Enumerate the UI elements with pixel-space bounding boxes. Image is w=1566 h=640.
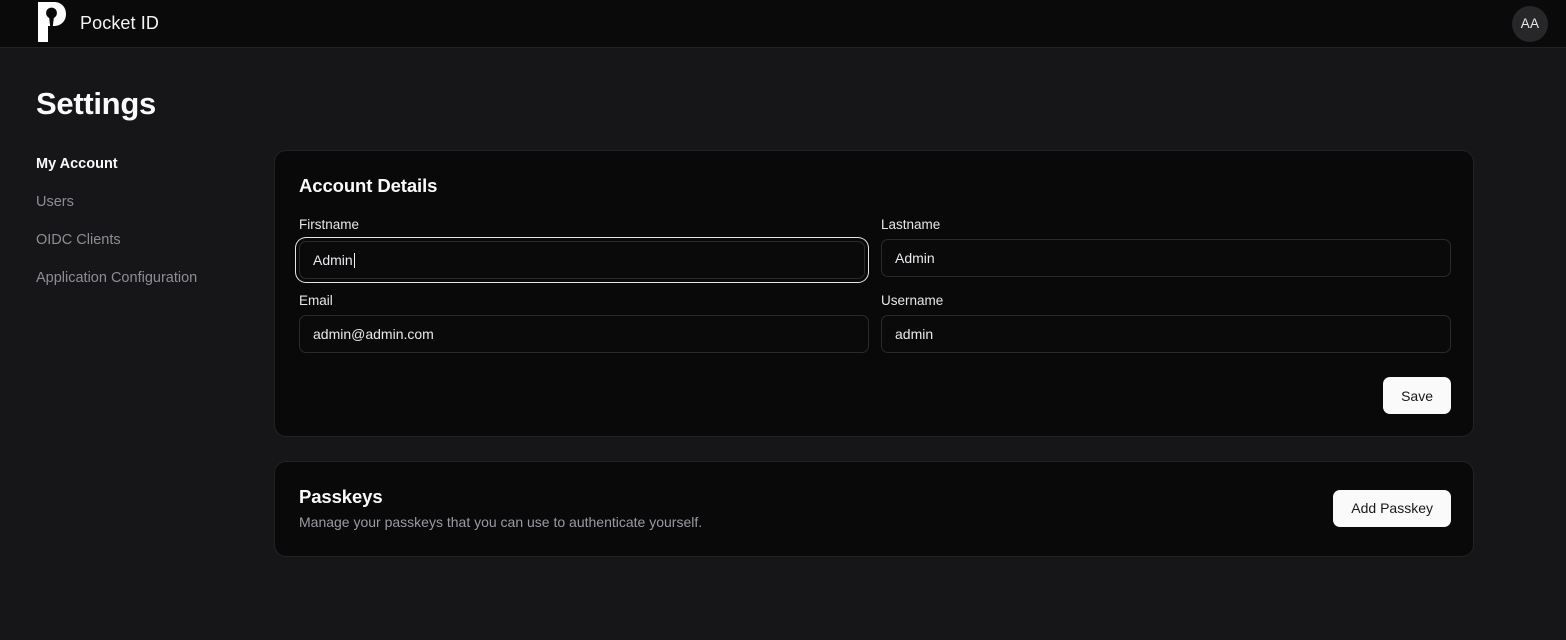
passkeys-description: Manage your passkeys that you can use to…	[299, 514, 702, 530]
username-field-group: Username	[881, 293, 1451, 353]
page-content: Settings My Account Users OIDC Clients A…	[0, 48, 1566, 581]
passkeys-title: Passkeys	[299, 486, 702, 508]
account-details-form: Firstname Admin Lastname Email	[299, 217, 1451, 353]
sidebar-item-application-configuration[interactable]: Application Configuration	[36, 270, 197, 286]
text-caret	[354, 253, 355, 268]
main-content: Account Details Firstname Admin Lastname	[274, 150, 1566, 581]
firstname-input-value: Admin	[313, 252, 353, 268]
sidebar: My Account Users OIDC Clients Applicatio…	[0, 150, 274, 581]
firstname-field-group: Firstname Admin	[299, 217, 869, 281]
username-input[interactable]	[881, 315, 1451, 353]
add-passkey-button[interactable]: Add Passkey	[1333, 490, 1451, 527]
passkeys-text-block: Passkeys Manage your passkeys that you c…	[299, 486, 702, 530]
brand-name: Pocket ID	[80, 13, 159, 34]
account-details-card: Account Details Firstname Admin Lastname	[274, 150, 1474, 437]
save-button[interactable]: Save	[1383, 377, 1451, 414]
lastname-input[interactable]	[881, 239, 1451, 277]
pocket-id-logo-icon	[36, 6, 66, 42]
account-details-actions: Save	[299, 377, 1451, 414]
firstname-label: Firstname	[299, 217, 869, 232]
email-field-group: Email	[299, 293, 869, 353]
content-layout: My Account Users OIDC Clients Applicatio…	[0, 150, 1566, 581]
top-bar: Pocket ID AA	[0, 0, 1566, 48]
email-label: Email	[299, 293, 869, 308]
sidebar-item-oidc-clients[interactable]: OIDC Clients	[36, 232, 121, 248]
lastname-field-group: Lastname	[881, 217, 1451, 281]
lastname-label: Lastname	[881, 217, 1451, 232]
email-input[interactable]	[299, 315, 869, 353]
avatar[interactable]: AA	[1512, 6, 1548, 42]
page-title: Settings	[36, 86, 1566, 122]
sidebar-item-users[interactable]: Users	[36, 194, 74, 210]
firstname-input[interactable]: Admin	[299, 241, 865, 279]
sidebar-item-my-account[interactable]: My Account	[36, 156, 118, 172]
account-details-title: Account Details	[299, 175, 1451, 197]
firstname-focus-ring: Admin	[299, 239, 869, 281]
username-label: Username	[881, 293, 1451, 308]
brand[interactable]: Pocket ID	[36, 6, 159, 42]
passkeys-card: Passkeys Manage your passkeys that you c…	[274, 461, 1474, 557]
